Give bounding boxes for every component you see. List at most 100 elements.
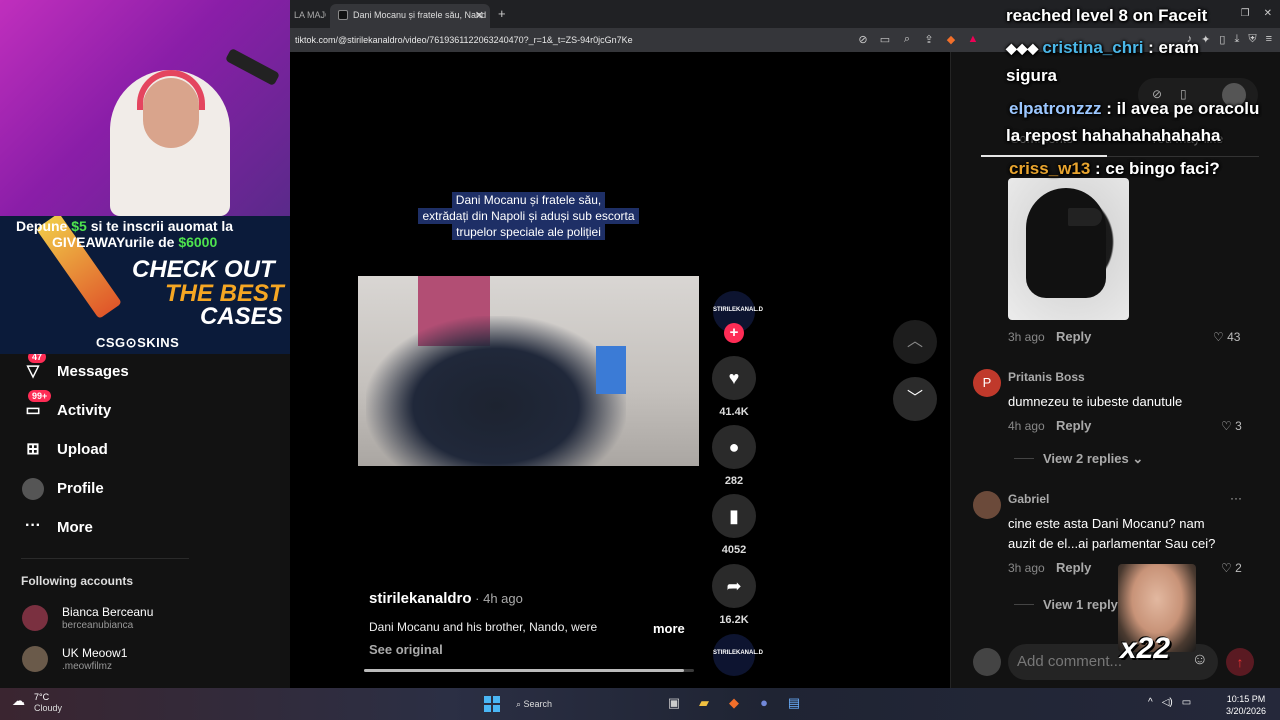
reply-button[interactable]: Reply xyxy=(1056,329,1091,344)
ad-line-2: GIVEAWAYurile de $6000 xyxy=(52,234,218,250)
next-video-button[interactable]: ﹀ xyxy=(893,377,937,421)
tab-close-icon[interactable]: ✕ xyxy=(475,9,484,22)
windows-taskbar: ☁ 7°C Cloudy ⌕ Search ▣ ▰ ◆ ● ▤ ^ ◁) ▭ 1… xyxy=(0,688,1280,720)
video-police-vest xyxy=(596,346,626,394)
chat-username: elpatronzzz xyxy=(1009,99,1102,118)
sidebar-item-label: More xyxy=(57,519,93,536)
url-text[interactable]: tiktok.com/@stirilekanaldro/video/761936… xyxy=(295,35,633,45)
ad-brand-logo: CSG⊙SKINS xyxy=(96,335,180,350)
comment-username[interactable]: Pritanis Boss xyxy=(1008,370,1085,384)
like-button[interactable]: ♥ xyxy=(712,356,756,400)
comment-options-icon[interactable]: ··· xyxy=(1230,491,1242,505)
screen: LA MAJC Dani Mocanu și fratele său, Nand… xyxy=(0,0,1280,720)
avatar[interactable] xyxy=(973,491,1001,519)
sidebar-item-label: Activity xyxy=(57,402,112,419)
tab-active[interactable]: Dani Mocanu și fratele său, Nand ✕ xyxy=(330,4,490,28)
microphone-icon xyxy=(224,47,281,87)
video-police-group xyxy=(366,316,626,466)
chat-message: : eram xyxy=(1143,38,1200,57)
reply-line xyxy=(1014,458,1034,459)
comment-button[interactable]: ● xyxy=(712,425,756,469)
taskbar-search[interactable]: ⌕ Search xyxy=(510,696,590,714)
avatar[interactable]: P xyxy=(973,369,1001,397)
chevron-up-icon[interactable]: ^ xyxy=(1148,697,1153,708)
stream-chat-line: la repost hahahahahahaha xyxy=(1006,126,1221,145)
share-count: 16.2K xyxy=(719,614,749,626)
save-button[interactable]: ▮ xyxy=(712,494,756,538)
comment-text: cine este asta Dani Mocanu? nam auzit de … xyxy=(1008,516,1216,551)
comment-like-button[interactable]: ♡ 2 xyxy=(1221,561,1242,575)
reply-button[interactable]: Reply xyxy=(1056,560,1091,575)
windows-start-icon[interactable] xyxy=(484,696,500,712)
restore-window-icon[interactable]: ❐ xyxy=(1241,8,1250,19)
sidebar-icon[interactable]: ▯ xyxy=(1219,33,1225,46)
avatar xyxy=(22,646,48,672)
view-replies-button[interactable]: View 1 reply xyxy=(1014,597,1118,612)
send-comment-button[interactable]: ↑ xyxy=(1226,648,1254,676)
activity-icon: ▭ xyxy=(25,402,41,419)
close-window-icon[interactable]: ✕ xyxy=(1264,8,1272,19)
extensions-icon[interactable]: ✦ xyxy=(1201,33,1210,46)
comment-sticker-image[interactable] xyxy=(1008,178,1129,320)
chat-message: : ce bingo faci? xyxy=(1090,159,1220,178)
more-icon: ··· xyxy=(25,517,41,534)
discord-icon[interactable]: ● xyxy=(755,695,773,711)
network-icon[interactable]: ▭ xyxy=(1182,697,1191,708)
share-icon[interactable]: ⇪ xyxy=(922,33,936,46)
new-tab-icon[interactable]: + xyxy=(498,6,506,21)
stream-chat-line: reached level 8 on Faceit xyxy=(1006,6,1208,25)
speaker-icon[interactable]: ◁) xyxy=(1162,697,1173,708)
share-button[interactable]: ➦ xyxy=(712,564,756,608)
sidebar-item-label: Upload xyxy=(57,441,108,458)
chevron-down-icon: ⌄ xyxy=(1132,451,1144,466)
follow-plus-icon[interactable]: + xyxy=(724,323,744,343)
chat-username: cristina_chri xyxy=(1042,38,1144,57)
clock-date: 3/20/2026 xyxy=(1226,706,1267,716)
reply-button[interactable]: Reply xyxy=(1056,418,1091,433)
add-comment-placeholder: Add comment... xyxy=(1017,653,1123,670)
task-view-icon[interactable]: ▣ xyxy=(665,695,683,711)
address-bar[interactable]: tiktok.com/@stirilekanaldro/video/761936… xyxy=(288,28,1000,52)
post-description: Dani Mocanu and his brother, Nando, were xyxy=(369,620,598,634)
caption-line: Dani Mocanu și fratele său, xyxy=(451,192,606,208)
chevron-up-icon: ︿ xyxy=(906,333,923,350)
heart-icon: ♥ xyxy=(728,368,740,388)
tab-previous[interactable]: LA MAJC xyxy=(286,4,326,28)
sound-disc[interactable]: STIRILEKANAL.D xyxy=(713,634,763,676)
address-bar-icons: ⊘ ▭ ⌕ ⇪ ◆ ▲ xyxy=(856,33,980,46)
comment-like-button[interactable]: ♡ 43 xyxy=(1213,330,1240,344)
notepad-icon[interactable]: ▤ xyxy=(785,695,803,711)
previous-video-button[interactable]: ︿ xyxy=(893,320,937,364)
rewards-icon[interactable]: ▲ xyxy=(966,33,980,46)
brave-shield-icon[interactable]: ◆ xyxy=(944,33,958,46)
download-icon[interactable]: ⤓ xyxy=(1234,33,1239,46)
streamer-webcam xyxy=(0,0,290,216)
emoji-icon[interactable]: ☺ xyxy=(1192,651,1208,669)
video-progress-bar[interactable] xyxy=(364,669,694,672)
taskbar-clock[interactable]: 10:15 PM 3/20/2026 xyxy=(1226,693,1266,717)
menu-icon[interactable]: ≡ xyxy=(1266,33,1272,46)
view-replies-button[interactable]: View 2 replies ⌄ xyxy=(1014,451,1143,467)
clock-time: 10:15 PM xyxy=(1226,694,1266,704)
see-original-button[interactable]: See original xyxy=(369,642,443,657)
crow-body xyxy=(1026,188,1106,298)
brave-browser-icon[interactable]: ◆ xyxy=(725,695,743,711)
cast-icon[interactable]: ▭ xyxy=(878,33,892,46)
post-author[interactable]: stirilekanaldro · 4h ago xyxy=(369,590,523,607)
comment-like-count: 3 xyxy=(1235,419,1242,433)
file-explorer-icon[interactable]: ▰ xyxy=(695,695,713,711)
author-name[interactable]: stirilekanaldro xyxy=(369,590,472,607)
comment-time: 3h ago xyxy=(1008,330,1045,344)
zoom-icon[interactable]: ⌕ xyxy=(900,33,914,46)
my-avatar xyxy=(973,648,1001,676)
eye-off-icon[interactable]: ⊘ xyxy=(856,33,870,46)
crow-beak xyxy=(1068,208,1102,226)
wallet-icon[interactable]: ⛨ xyxy=(1248,33,1256,46)
comment-username[interactable]: Gabriel xyxy=(1008,492,1049,506)
multiplier-overlay: x22 xyxy=(1120,632,1171,665)
video-player[interactable] xyxy=(358,276,699,466)
comment-like-button[interactable]: ♡ 3 xyxy=(1221,419,1242,433)
more-button[interactable]: more xyxy=(653,621,685,636)
stream-chat-line: criss_w13 : ce bingo faci? xyxy=(1009,159,1220,179)
account-name: Bianca Berceanu xyxy=(62,605,154,619)
